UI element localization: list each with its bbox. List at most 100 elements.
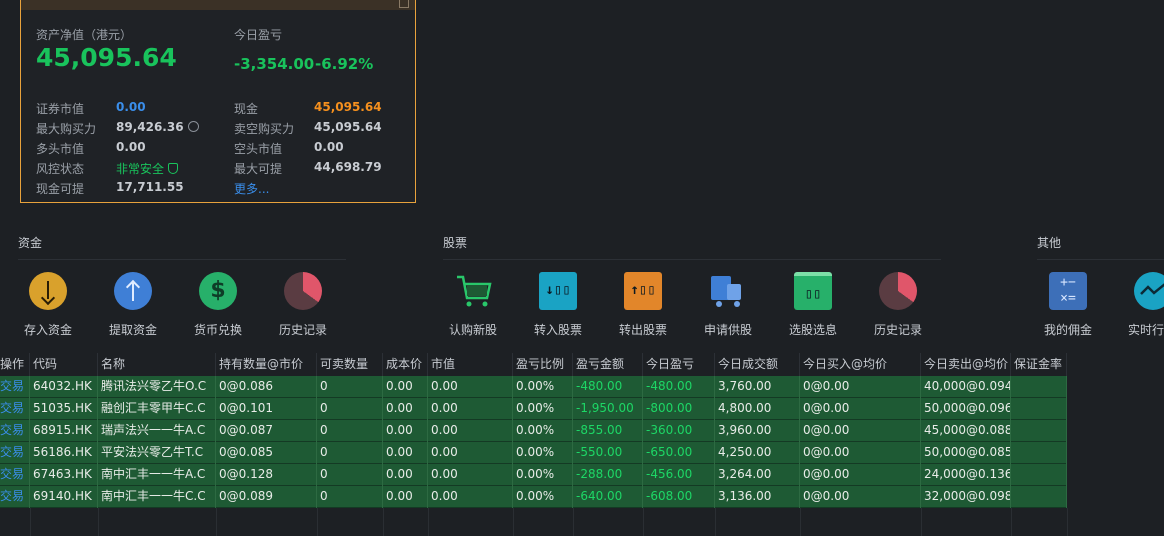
col-header-margin-rate[interactable]: 保证金率 <box>1011 353 1067 376</box>
cell-today-pnl: -456.00 <box>643 464 715 486</box>
history-icon <box>879 272 917 310</box>
rights-issue-button[interactable]: 申请供股 <box>688 270 768 338</box>
cell-pnl-ratio: 0.00% <box>513 398 573 420</box>
cell-market-value: 0.00 <box>428 486 513 508</box>
grid-line <box>800 508 801 536</box>
cell-margin-rate <box>1011 464 1067 486</box>
cell-holding: 0@0.086 <box>216 376 317 398</box>
scrip-dividend-label: 选股选息 <box>788 323 837 337</box>
cell-pnl-ratio: 0.00% <box>513 464 573 486</box>
cell-today-sell: 45,000@0.088 <box>921 420 1011 442</box>
currency-exchange-button[interactable]: $ 货币兑换 <box>178 270 258 338</box>
shield-icon <box>168 163 179 174</box>
cell-margin-rate <box>1011 376 1067 398</box>
max-withdraw-label: 最大可提 <box>234 162 283 176</box>
col-header-code[interactable]: 代码 <box>30 353 98 376</box>
table-row[interactable]: 交易 56186.HK 平安法兴零乙牛T.C 0@0.085 0 0.00 0.00 0.00… <box>0 442 1067 464</box>
cell-today-turnover: 3,760.00 <box>715 376 800 398</box>
trade-link[interactable]: 交易 <box>0 420 30 442</box>
col-header-today-buy[interactable]: 今日买入@均价 <box>800 353 921 376</box>
transfer-out-stocks-button[interactable]: ↑▯▯ 转出股票 <box>603 270 683 338</box>
col-header-name[interactable]: 名称 <box>98 353 216 376</box>
col-header-today-turnover[interactable]: 今日成交额 <box>715 353 800 376</box>
cell-market-value: 0.00 <box>428 464 513 486</box>
cell-name: 南中汇丰一一牛A.C <box>98 464 216 486</box>
table-row[interactable]: 交易 67463.HK 南中汇丰一一牛A.C 0@0.128 0 0.00 0.00 0.00… <box>0 464 1067 486</box>
cell-today-buy: 0@0.00 <box>800 420 921 442</box>
more-link[interactable]: 更多... <box>234 180 269 197</box>
col-header-cost[interactable]: 成本价 <box>383 353 428 376</box>
cell-today-pnl: -360.00 <box>643 420 715 442</box>
transfer-in-stocks-button[interactable]: ↓▯▯ 转入股票 <box>518 270 598 338</box>
col-header-today-pnl[interactable]: 今日盈亏 <box>643 353 715 376</box>
trade-link[interactable]: 交易 <box>0 486 30 508</box>
col-header-pnl-amount[interactable]: 盈亏金额 <box>573 353 643 376</box>
cell-pnl-amount: -1,950.00 <box>573 398 643 420</box>
transfer-out-stocks-label: 转出股票 <box>618 323 667 337</box>
funds-history-button[interactable]: 历史记录 <box>263 270 343 338</box>
table-row[interactable]: 交易 51035.HK 融创汇丰零甲牛C.C 0@0.101 0 0.00 0.00 0.00… <box>0 398 1067 420</box>
trade-link[interactable]: 交易 <box>0 464 30 486</box>
col-header-sellable[interactable]: 可卖数量 <box>317 353 383 376</box>
grid-line <box>921 508 922 536</box>
grid-line <box>573 508 574 536</box>
col-header-action[interactable]: 操作 <box>0 353 30 376</box>
cell-today-buy: 0@0.00 <box>800 442 921 464</box>
trade-link[interactable]: 交易 <box>0 376 30 398</box>
cell-cost: 0.00 <box>383 486 428 508</box>
scrip-dividend-icon: ▯▯ <box>794 272 832 310</box>
grid-line <box>428 508 429 536</box>
cell-today-buy: 0@0.00 <box>800 464 921 486</box>
cell-cost: 0.00 <box>383 398 428 420</box>
withdraw-funds-button[interactable]: 提取资金 <box>93 270 173 338</box>
cell-market-value: 0.00 <box>428 398 513 420</box>
ipo-subscribe-button[interactable]: 认购新股 <box>433 270 513 338</box>
table-row[interactable]: 交易 64032.HK 腾讯法兴零乙牛O.C 0@0.086 0 0.00 0.00 0.00… <box>0 376 1067 398</box>
deposit-funds-label: 存入资金 <box>23 323 72 337</box>
grid-line <box>715 508 716 536</box>
rights-issue-icon <box>709 272 747 310</box>
max-buying-power-label: 最大购买力 <box>36 122 97 136</box>
deposit-funds-button[interactable]: 存入资金 <box>8 270 88 338</box>
table-row[interactable]: 交易 69140.HK 南中汇丰一一牛C.C 0@0.089 0 0.00 0.00 0.00… <box>0 486 1067 508</box>
cell-today-turnover: 4,250.00 <box>715 442 800 464</box>
deposit-icon <box>29 272 67 310</box>
trade-link[interactable]: 交易 <box>0 442 30 464</box>
realtime-quote-button[interactable]: 实时行 <box>1113 270 1164 338</box>
stocks-divider <box>443 259 941 260</box>
cell-margin-rate <box>1011 442 1067 464</box>
cell-today-turnover: 3,264.00 <box>715 464 800 486</box>
grid-line <box>1067 508 1068 536</box>
col-header-pnl-ratio[interactable]: 盈亏比例 <box>513 353 573 376</box>
cell-today-sell: 50,000@0.096 <box>921 398 1011 420</box>
trade-link[interactable]: 交易 <box>0 398 30 420</box>
table-header: 操作 代码 名称 持有数量@市价 可卖数量 成本价 市值 盈亏比例 盈亏金额 今… <box>0 353 1164 376</box>
cell-today-turnover: 4,800.00 <box>715 398 800 420</box>
currency-exchange-label: 货币兑换 <box>193 323 242 337</box>
grid-line <box>1011 508 1012 536</box>
col-header-market-value[interactable]: 市值 <box>428 353 513 376</box>
realtime-quote-label: 实时行 <box>1128 323 1164 337</box>
info-icon[interactable] <box>187 121 199 132</box>
cell-pnl-amount: -640.00 <box>573 486 643 508</box>
grid-line <box>643 508 644 536</box>
cell-today-turnover: 3,960.00 <box>715 420 800 442</box>
col-header-today-sell[interactable]: 今日卖出@均价 <box>921 353 1011 376</box>
cell-cost: 0.00 <box>383 376 428 398</box>
cell-today-pnl: -480.00 <box>643 376 715 398</box>
stocks-history-button[interactable]: 历史记录 <box>858 270 938 338</box>
cell-pnl-ratio: 0.00% <box>513 442 573 464</box>
scrip-dividend-button[interactable]: ▯▯ 选股选息 <box>773 270 853 338</box>
stocks-section-title: 股票 <box>443 236 468 250</box>
funds-section-title: 资金 <box>18 236 43 250</box>
panel-expand-icon[interactable] <box>399 0 409 8</box>
transfer-in-stocks-label: 转入股票 <box>533 323 582 337</box>
cell-today-buy: 0@0.00 <box>800 486 921 508</box>
col-header-holding[interactable]: 持有数量@市价 <box>216 353 317 376</box>
ipo-cart-icon <box>454 272 492 310</box>
cell-holding: 0@0.128 <box>216 464 317 486</box>
my-commission-button[interactable]: +− ×= 我的佣金 <box>1028 270 1108 338</box>
cash-value: 45,095.64 <box>314 100 382 114</box>
table-row[interactable]: 交易 68915.HK 瑞声法兴一一牛A.C 0@0.087 0 0.00 0.00 0.00… <box>0 420 1067 442</box>
cell-market-value: 0.00 <box>428 442 513 464</box>
